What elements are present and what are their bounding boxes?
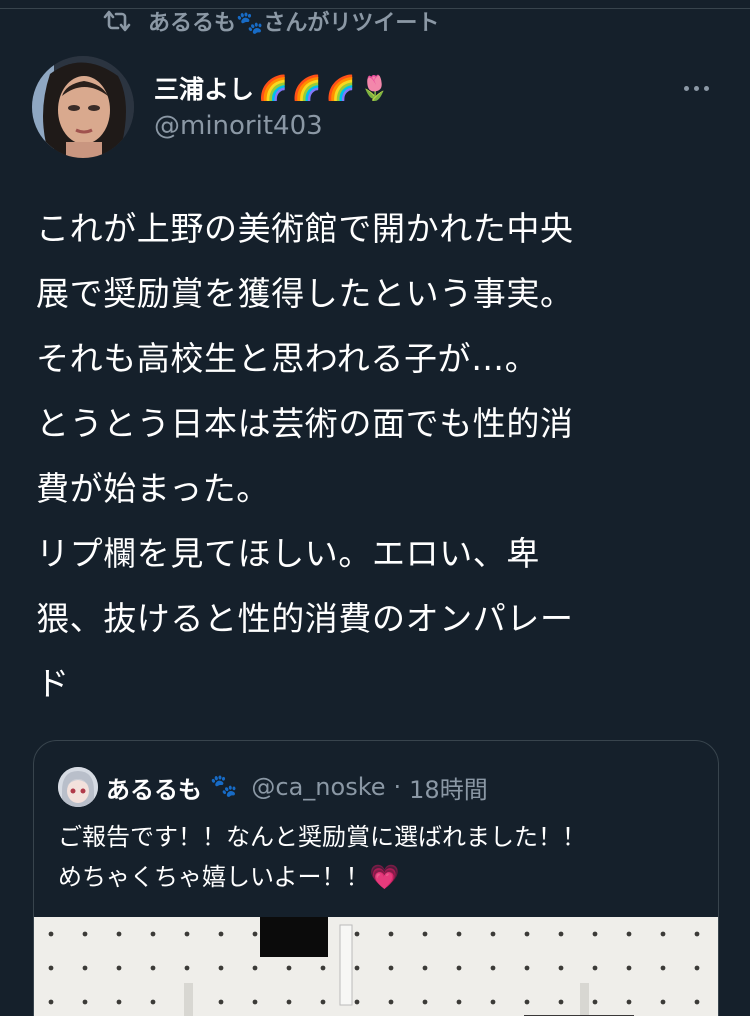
- more-options-icon[interactable]: [684, 78, 716, 98]
- author-avatar[interactable]: [32, 56, 134, 158]
- quoted-tweet-header: あるるも 🐾 @ca_noske · 18時間: [58, 767, 488, 807]
- tweet-line: それも高校生と思われる子が…。: [36, 339, 539, 378]
- tweet-line: 猥、抜けると性的消費のオンパレー: [36, 599, 574, 638]
- quoted-line: めちゃくちゃ嬉しいよー！！💗: [58, 863, 400, 891]
- tulip-icon: 🌷: [359, 74, 390, 102]
- quoted-tweet-body: ご報告です！！なんと奨励賞に選ばれました！！ めちゃくちゃ嬉しいよー！！💗: [58, 817, 698, 897]
- tweet-line: 展で奨励賞を獲得したという事実。: [36, 274, 574, 313]
- quoted-line: ご報告です！！なんと奨励賞に選ばれました！！: [58, 823, 586, 851]
- separator-dot: ·: [393, 773, 402, 801]
- retweet-context[interactable]: あるるも🐾さんがリツイート: [100, 6, 439, 36]
- rainbow-icon: 🌈: [291, 74, 322, 102]
- tweet-line: これが上野の美術館で開かれた中央: [36, 209, 574, 248]
- quoted-timestamp: 18時間: [409, 775, 488, 804]
- author-name: 三浦よし: [154, 75, 255, 104]
- rainbow-icon: 🌈: [325, 74, 356, 102]
- quoted-tweet-image[interactable]: [34, 917, 718, 1016]
- tweet-line: リプ欄を見てほしい。エロい、卑: [36, 534, 540, 573]
- retweet-icon: [100, 8, 134, 34]
- paw-prints-icon: 🐾: [210, 774, 238, 799]
- tweet-line: とうとう日本は芸術の面でも性的消: [36, 404, 574, 443]
- rainbow-icon: 🌈: [258, 74, 288, 102]
- author-handle[interactable]: @minorit403: [154, 111, 323, 141]
- author-name-row[interactable]: 三浦よし 🌈 🌈 🌈 🌷: [154, 70, 390, 106]
- tweet-detail-page: あるるも🐾さんがリツイート 三浦よし 🌈 🌈 🌈 🌷 @minorit403 こ…: [0, 0, 750, 1016]
- tweet-line: 費が始まった。: [36, 469, 270, 508]
- quoted-author-handle: @ca_noske: [251, 773, 386, 801]
- retweet-label: あるるも🐾さんがリツイート: [148, 11, 440, 36]
- tweet-line: ド: [36, 664, 70, 703]
- quoted-author-name: あるるも: [106, 775, 202, 804]
- quoted-author-avatar: [58, 767, 98, 807]
- tweet-body: これが上野の美術館で開かれた中央 展で奨励賞を獲得したという事実。 それも高校生…: [36, 196, 716, 716]
- quoted-tweet[interactable]: あるるも 🐾 @ca_noske · 18時間 ご報告です！！なんと奨励賞に選ば…: [33, 740, 719, 1016]
